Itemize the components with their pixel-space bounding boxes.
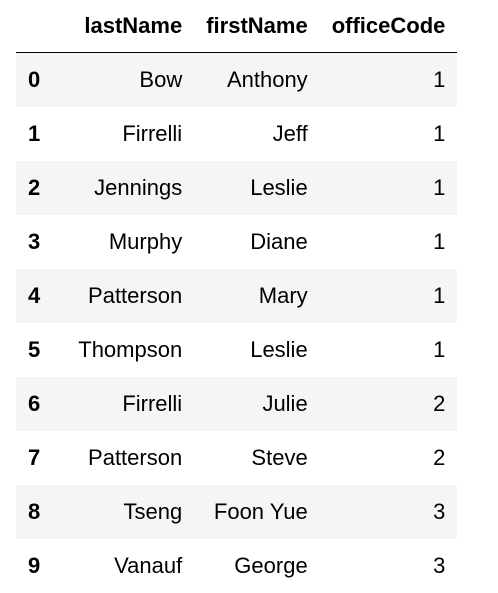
- cell-officecode: 3: [320, 539, 458, 593]
- table-row: 3 Murphy Diane 1: [16, 215, 457, 269]
- cell-officecode: 1: [320, 107, 458, 161]
- cell-firstname: Foon Yue: [194, 485, 319, 539]
- row-index: 4: [16, 269, 66, 323]
- table-row: 9 Vanauf George 3: [16, 539, 457, 593]
- row-index: 3: [16, 215, 66, 269]
- index-header: [16, 0, 66, 53]
- row-index: 1: [16, 107, 66, 161]
- cell-officecode: 1: [320, 323, 458, 377]
- table-row: 7 Patterson Steve 2: [16, 431, 457, 485]
- column-header-officecode: officeCode: [320, 0, 458, 53]
- row-index: 5: [16, 323, 66, 377]
- cell-firstname: Anthony: [194, 53, 319, 108]
- table-row: 8 Tseng Foon Yue 3: [16, 485, 457, 539]
- row-index: 7: [16, 431, 66, 485]
- table-body: 0 Bow Anthony 1 1 Firrelli Jeff 1 2 Jenn…: [16, 53, 457, 593]
- cell-firstname: George: [194, 539, 319, 593]
- cell-lastname: Thompson: [66, 323, 194, 377]
- cell-firstname: Steve: [194, 431, 319, 485]
- column-header-firstname: firstName: [194, 0, 319, 53]
- table-header: lastName firstName officeCode: [16, 0, 457, 53]
- cell-lastname: Bow: [66, 53, 194, 108]
- cell-firstname: Leslie: [194, 161, 319, 215]
- table-row: 5 Thompson Leslie 1: [16, 323, 457, 377]
- row-index: 2: [16, 161, 66, 215]
- table-row: 4 Patterson Mary 1: [16, 269, 457, 323]
- row-index: 8: [16, 485, 66, 539]
- table-row: 2 Jennings Leslie 1: [16, 161, 457, 215]
- cell-officecode: 1: [320, 269, 458, 323]
- cell-lastname: Murphy: [66, 215, 194, 269]
- cell-firstname: Diane: [194, 215, 319, 269]
- cell-officecode: 1: [320, 161, 458, 215]
- dataframe-output: lastName firstName officeCode 0 Bow Anth…: [0, 0, 498, 590]
- cell-officecode: 1: [320, 53, 458, 108]
- cell-firstname: Julie: [194, 377, 319, 431]
- cell-lastname: Vanauf: [66, 539, 194, 593]
- cell-lastname: Jennings: [66, 161, 194, 215]
- cell-officecode: 2: [320, 431, 458, 485]
- cell-firstname: Jeff: [194, 107, 319, 161]
- cell-lastname: Patterson: [66, 431, 194, 485]
- table-row: 6 Firrelli Julie 2: [16, 377, 457, 431]
- table-row: 0 Bow Anthony 1: [16, 53, 457, 108]
- cell-lastname: Tseng: [66, 485, 194, 539]
- cell-firstname: Mary: [194, 269, 319, 323]
- header-row: lastName firstName officeCode: [16, 0, 457, 53]
- cell-lastname: Firrelli: [66, 377, 194, 431]
- cell-firstname: Leslie: [194, 323, 319, 377]
- row-index: 0: [16, 53, 66, 108]
- row-index: 9: [16, 539, 66, 593]
- table-row: 1 Firrelli Jeff 1: [16, 107, 457, 161]
- column-header-lastname: lastName: [66, 0, 194, 53]
- cell-officecode: 1: [320, 215, 458, 269]
- cell-officecode: 2: [320, 377, 458, 431]
- cell-officecode: 3: [320, 485, 458, 539]
- dataframe-table: lastName firstName officeCode 0 Bow Anth…: [16, 0, 457, 593]
- cell-lastname: Firrelli: [66, 107, 194, 161]
- row-index: 6: [16, 377, 66, 431]
- cell-lastname: Patterson: [66, 269, 194, 323]
